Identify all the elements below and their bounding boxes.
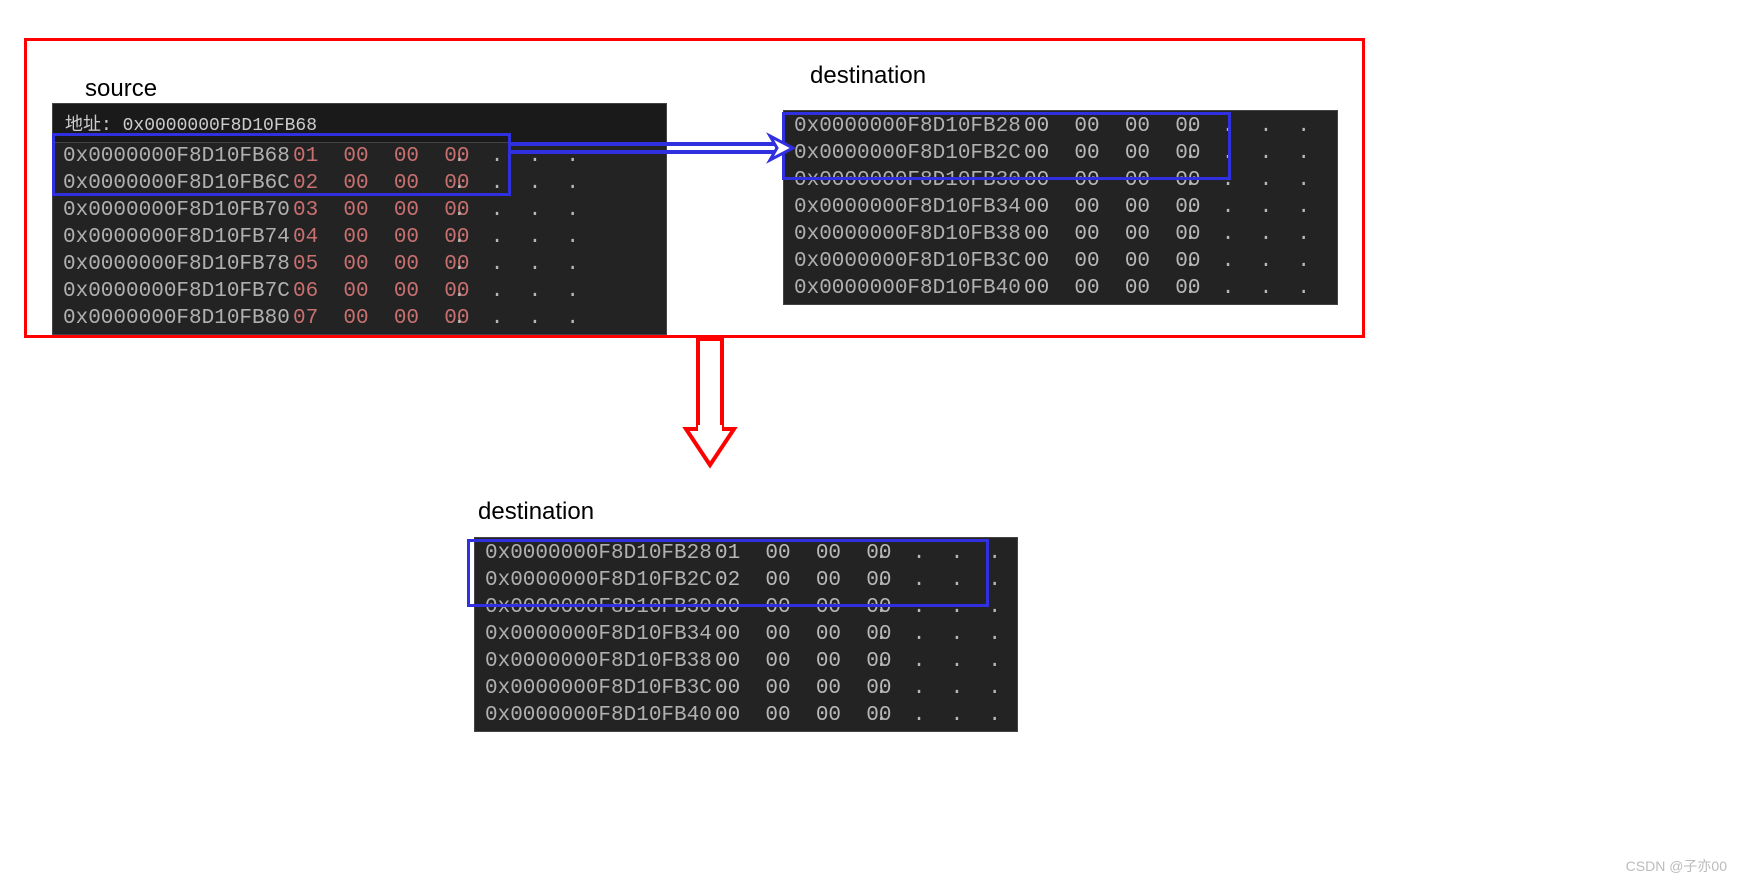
memory-bytes: 02 00 00 00 xyxy=(715,569,875,592)
memory-address: 0x0000000F8D10FB80 xyxy=(63,307,293,330)
memory-row: 0x0000000F8D10FB3C00 00 00 00. . . . xyxy=(784,248,1337,275)
memory-row: 0x0000000F8D10FB2800 00 00 00. . . . xyxy=(784,113,1337,140)
memory-bytes: 00 00 00 00 xyxy=(1024,223,1184,246)
memory-row: 0x0000000F8D10FB7805 00 00 00. . . . xyxy=(53,251,666,278)
destination-bottom-panel: 0x0000000F8D10FB2801 00 00 00. . . .0x00… xyxy=(474,537,1018,732)
memory-row: 0x0000000F8D10FB6C02 00 00 00. . . . xyxy=(53,170,666,197)
memory-ascii: . . . . xyxy=(875,542,935,565)
memory-row: 0x0000000F8D10FB3800 00 00 00. . . . xyxy=(475,648,1017,675)
memory-address: 0x0000000F8D10FB38 xyxy=(794,223,1024,246)
memory-address: 0x0000000F8D10FB2C xyxy=(794,142,1024,165)
memory-row: 0x0000000F8D10FB3C00 00 00 00. . . . xyxy=(475,675,1017,702)
memory-bytes: 01 00 00 00 xyxy=(715,542,875,565)
memory-row: 0x0000000F8D10FB3400 00 00 00. . . . xyxy=(475,621,1017,648)
memory-ascii: . . . . xyxy=(1184,196,1244,219)
memory-address: 0x0000000F8D10FB30 xyxy=(485,596,715,619)
memory-ascii: . . . . xyxy=(1184,223,1244,246)
memory-ascii: . . . . xyxy=(1184,169,1244,192)
memory-row: 0x0000000F8D10FB3000 00 00 00. . . . xyxy=(784,167,1337,194)
memory-address: 0x0000000F8D10FB34 xyxy=(485,623,715,646)
memory-row: 0x0000000F8D10FB7003 00 00 00. . . . xyxy=(53,197,666,224)
memory-bytes: 00 00 00 00 xyxy=(1024,250,1184,273)
memory-bytes: 00 00 00 00 xyxy=(715,623,875,646)
memory-row: 0x0000000F8D10FB3000 00 00 00. . . . xyxy=(475,594,1017,621)
destination-top-label: destination xyxy=(810,62,926,90)
memory-address: 0x0000000F8D10FB40 xyxy=(794,277,1024,300)
memory-row: 0x0000000F8D10FB2C02 00 00 00. . . . xyxy=(475,567,1017,594)
memory-ascii: . . . . xyxy=(453,307,513,330)
memory-address: 0x0000000F8D10FB28 xyxy=(485,542,715,565)
memory-ascii: . . . . xyxy=(875,569,935,592)
memory-ascii: . . . . xyxy=(1184,277,1244,300)
memory-ascii: . . . . xyxy=(875,623,935,646)
memory-row: 0x0000000F8D10FB3400 00 00 00. . . . xyxy=(784,194,1337,221)
memory-bytes: 00 00 00 00 xyxy=(1024,169,1184,192)
destination-bottom-label: destination xyxy=(478,498,594,526)
memory-ascii: . . . . xyxy=(453,253,513,276)
memory-bytes: 00 00 00 00 xyxy=(1024,196,1184,219)
memory-ascii: . . . . xyxy=(1184,250,1244,273)
memory-ascii: . . . . xyxy=(453,199,513,222)
memory-address: 0x0000000F8D10FB2C xyxy=(485,569,715,592)
memory-address: 0x0000000F8D10FB78 xyxy=(63,253,293,276)
memory-bytes: 03 00 00 00 xyxy=(293,199,453,222)
memory-row: 0x0000000F8D10FB3800 00 00 00. . . . xyxy=(784,221,1337,248)
source-panel-header: 地址: 0x0000000F8D10FB68 xyxy=(53,104,666,143)
memory-row: 0x0000000F8D10FB2C00 00 00 00. . . . xyxy=(784,140,1337,167)
memory-address: 0x0000000F8D10FB40 xyxy=(485,704,715,727)
memory-row: 0x0000000F8D10FB8007 00 00 00. . . . xyxy=(53,305,666,332)
memory-address: 0x0000000F8D10FB7C xyxy=(63,280,293,303)
memory-bytes: 02 00 00 00 xyxy=(293,172,453,195)
memory-address: 0x0000000F8D10FB74 xyxy=(63,226,293,249)
memory-bytes: 04 00 00 00 xyxy=(293,226,453,249)
memory-row: 0x0000000F8D10FB7404 00 00 00. . . . xyxy=(53,224,666,251)
memory-bytes: 00 00 00 00 xyxy=(715,596,875,619)
memory-bytes: 00 00 00 00 xyxy=(1024,142,1184,165)
source-memory-panel: 地址: 0x0000000F8D10FB68 0x0000000F8D10FB6… xyxy=(52,103,667,335)
memory-address: 0x0000000F8D10FB28 xyxy=(794,115,1024,138)
memory-ascii: . . . . xyxy=(453,145,513,168)
memory-address: 0x0000000F8D10FB34 xyxy=(794,196,1024,219)
memory-row: 0x0000000F8D10FB4000 00 00 00. . . . xyxy=(784,275,1337,302)
memory-ascii: . . . . xyxy=(1184,142,1244,165)
memory-ascii: . . . . xyxy=(875,704,935,727)
memory-bytes: 07 00 00 00 xyxy=(293,307,453,330)
watermark: CSDN @子亦00 xyxy=(1626,856,1727,876)
memory-bytes: 06 00 00 00 xyxy=(293,280,453,303)
memory-bytes: 00 00 00 00 xyxy=(715,704,875,727)
source-label: source xyxy=(85,75,157,103)
memory-bytes: 00 00 00 00 xyxy=(1024,277,1184,300)
memory-address: 0x0000000F8D10FB6C xyxy=(63,172,293,195)
memory-bytes: 00 00 00 00 xyxy=(715,650,875,673)
memory-address: 0x0000000F8D10FB70 xyxy=(63,199,293,222)
memory-address: 0x0000000F8D10FB68 xyxy=(63,145,293,168)
memory-address: 0x0000000F8D10FB3C xyxy=(485,677,715,700)
memory-address: 0x0000000F8D10FB30 xyxy=(794,169,1024,192)
memory-ascii: . . . . xyxy=(453,280,513,303)
memory-row: 0x0000000F8D10FB6801 00 00 00. . . . xyxy=(53,143,666,170)
memory-ascii: . . . . xyxy=(453,172,513,195)
memory-row: 0x0000000F8D10FB2801 00 00 00. . . . xyxy=(475,540,1017,567)
memory-ascii: . . . . xyxy=(875,596,935,619)
memory-bytes: 01 00 00 00 xyxy=(293,145,453,168)
destination-top-panel: 0x0000000F8D10FB2800 00 00 00. . . .0x00… xyxy=(783,110,1338,305)
memory-address: 0x0000000F8D10FB38 xyxy=(485,650,715,673)
memory-row: 0x0000000F8D10FB4000 00 00 00. . . . xyxy=(475,702,1017,729)
memory-bytes: 00 00 00 00 xyxy=(1024,115,1184,138)
red-arrow-down xyxy=(680,335,740,470)
memory-bytes: 05 00 00 00 xyxy=(293,253,453,276)
memory-address: 0x0000000F8D10FB3C xyxy=(794,250,1024,273)
memory-bytes: 00 00 00 00 xyxy=(715,677,875,700)
memory-ascii: . . . . xyxy=(875,650,935,673)
memory-ascii: . . . . xyxy=(1184,115,1244,138)
memory-row: 0x0000000F8D10FB7C06 00 00 00. . . . xyxy=(53,278,666,305)
memory-ascii: . . . . xyxy=(875,677,935,700)
memory-ascii: . . . . xyxy=(453,226,513,249)
